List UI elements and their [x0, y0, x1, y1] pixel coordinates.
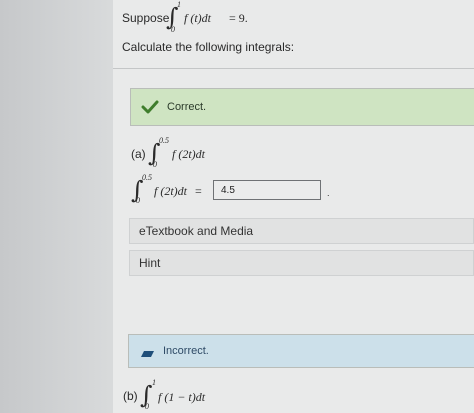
integrand: f (1 − t)dt — [158, 390, 206, 404]
given-integral: ∫ 1 0 f (t)dt = 9. — [166, 0, 286, 36]
incorrect-banner: Incorrect. — [128, 334, 474, 368]
integral-rhs: = 9. — [229, 11, 248, 25]
integral-upper-limit: 0.5 — [142, 173, 152, 182]
integral-lower-limit: 0 — [171, 25, 175, 34]
part-a-label: (a) — [131, 147, 146, 161]
etextbook-label: eTextbook and Media — [139, 224, 254, 238]
integral-lower-limit: 0 — [136, 196, 140, 205]
incorrect-status-text: Incorrect. — [163, 345, 209, 357]
part-a-integral: ∫ 0.5 0 f (2t)dt — [148, 136, 268, 172]
integrand: f (t)dt — [184, 11, 211, 25]
part-a-answer-input[interactable]: 4.5 — [213, 180, 321, 200]
etextbook-media-link[interactable]: eTextbook and Media — [129, 218, 474, 244]
correct-banner: Correct. — [130, 88, 474, 126]
correct-status-text: Correct. — [167, 101, 207, 113]
hint-label: Hint — [139, 256, 161, 270]
card-divider — [113, 68, 474, 69]
equals-sign: = — [195, 184, 202, 198]
integral-upper-limit: 1 — [177, 0, 181, 9]
integrand: f (2t)dt — [172, 147, 205, 161]
pencil-icon — [139, 346, 155, 357]
integral-lower-limit: 0 — [145, 402, 149, 411]
check-icon — [141, 100, 159, 114]
part-b-integral: ∫ 1 0 f (1 − t)dt — [140, 378, 260, 413]
part-b-label: (b) — [123, 389, 138, 403]
integrand: f (2t)dt — [154, 184, 187, 198]
suppose-label: Suppose — [122, 11, 170, 25]
part-a-answer-integral: ∫ 0.5 0 f (2t)dt = — [131, 173, 211, 209]
hint-link[interactable]: Hint — [129, 250, 474, 276]
integral-upper-limit: 1 — [152, 378, 156, 387]
answer-suffix: . — [327, 188, 330, 198]
instruction-text: Calculate the following integrals: — [122, 40, 295, 54]
integral-upper-limit: 0.5 — [159, 136, 169, 145]
integral-lower-limit: 0 — [153, 160, 157, 169]
